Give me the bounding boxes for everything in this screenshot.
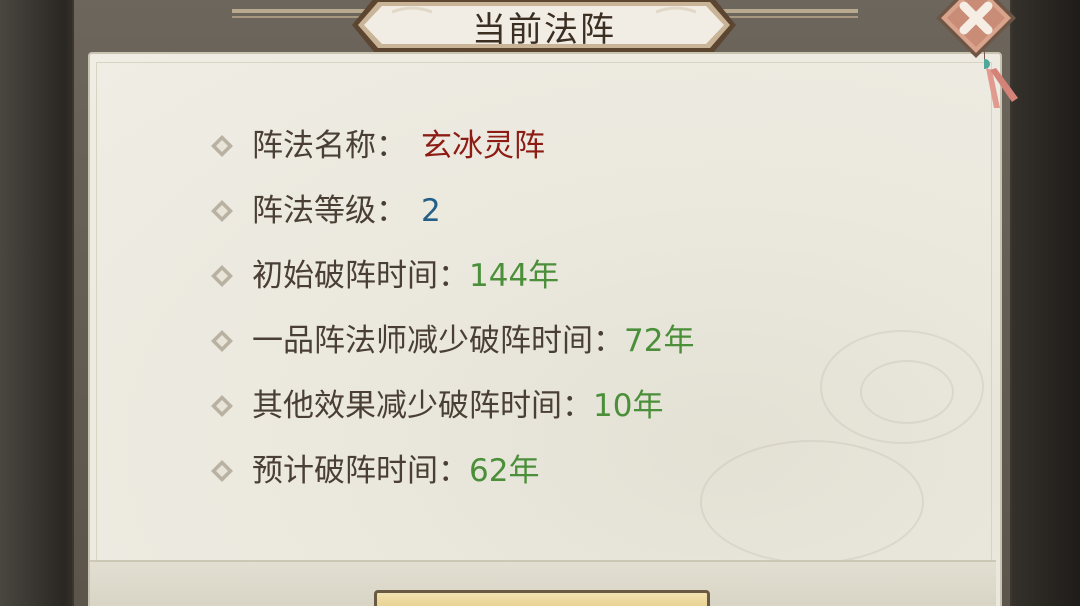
diamond-bullet-icon — [210, 264, 234, 288]
formation-info-list: 阵法名称： 玄冰灵阵 阵法等级： 2 初始破阵时间： 144年 一品阵法师减少破… — [210, 122, 970, 512]
diamond-bullet-icon — [210, 459, 234, 483]
initial-break-time-row: 初始破阵时间： 144年 — [210, 252, 970, 317]
formation-level-row: 阵法等级： 2 — [210, 187, 970, 252]
other-reduction-row: 其他效果减少破阵时间： 10年 — [210, 382, 970, 447]
initial-break-time-label: 初始破阵时间： — [252, 258, 469, 294]
estimated-break-time-row: 预计破阵时间： 62年 — [210, 447, 970, 512]
title-plaque: 当前法阵 — [352, 0, 736, 56]
left-backdrop — [0, 0, 80, 606]
game-screen: 当前法阵 阵法名称： 玄冰灵阵 阵法等级： 2 初始破阵时间： 144年 一品阵… — [0, 0, 1080, 606]
diamond-bullet-icon — [210, 134, 234, 158]
confirm-button[interactable] — [374, 590, 710, 606]
dialog-title: 当前法阵 — [472, 10, 616, 50]
formation-level-value: 2 — [421, 193, 441, 229]
master-reduction-row: 一品阵法师减少破阵时间： 72年 — [210, 317, 970, 382]
estimated-break-time-value: 62年 — [469, 453, 540, 489]
estimated-break-time-label: 预计破阵时间： — [252, 453, 469, 489]
formation-level-label: 阵法等级： — [252, 193, 407, 229]
other-reduction-value: 10年 — [593, 388, 664, 424]
diamond-bullet-icon — [210, 394, 234, 418]
diamond-bullet-icon — [210, 199, 234, 223]
initial-break-time-value: 144年 — [469, 258, 560, 294]
diamond-bullet-icon — [210, 329, 234, 353]
other-reduction-label: 其他效果减少破阵时间： — [252, 388, 593, 424]
formation-name-row: 阵法名称： 玄冰灵阵 — [210, 122, 970, 187]
master-reduction-label: 一品阵法师减少破阵时间： — [252, 323, 624, 359]
tassel-decoration — [980, 48, 1024, 112]
master-reduction-value: 72年 — [624, 323, 695, 359]
formation-name-label: 阵法名称： — [252, 128, 407, 164]
formation-name-value: 玄冰灵阵 — [421, 128, 545, 164]
